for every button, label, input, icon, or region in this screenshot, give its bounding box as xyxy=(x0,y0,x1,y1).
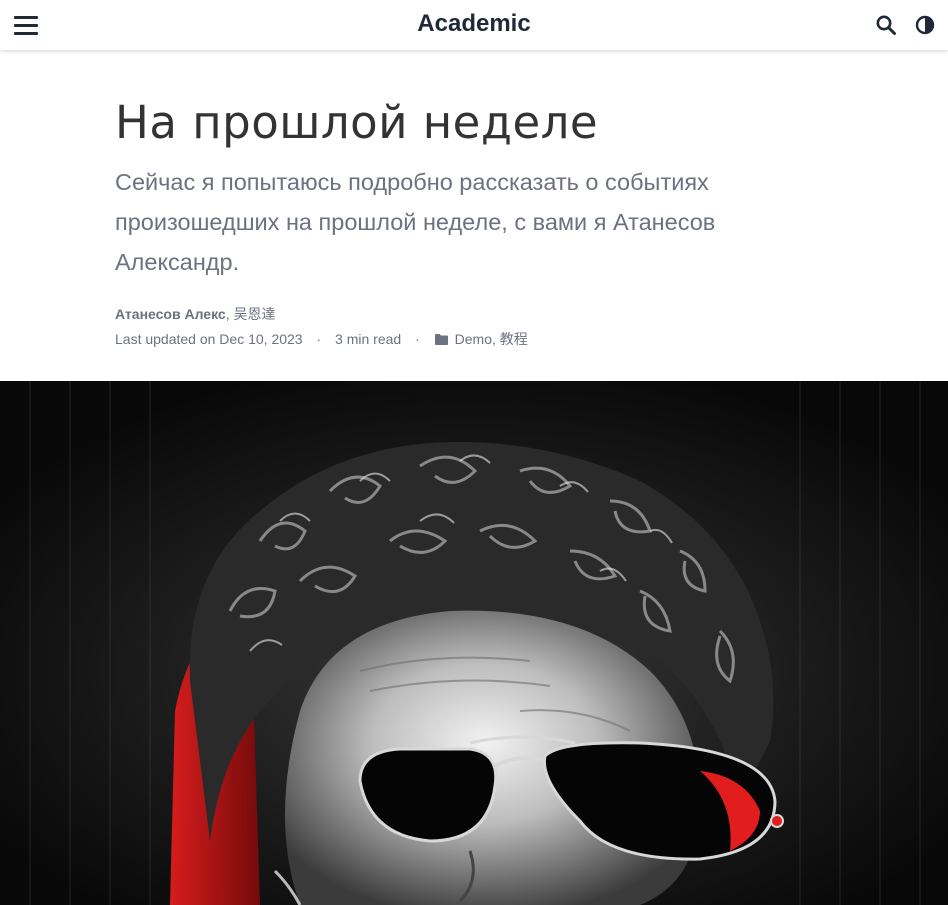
category-link[interactable]: 教程 xyxy=(500,331,528,347)
last-updated-date: Last updated on Dec 10, 2023 xyxy=(115,331,303,347)
search-icon[interactable] xyxy=(875,14,897,36)
author-link[interactable]: Атанесов Алекс xyxy=(115,306,226,322)
reading-time: 3 min read xyxy=(335,331,402,347)
article-metadata: Last updated on Dec 10, 2023 · 3 min rea… xyxy=(115,329,528,349)
featured-image xyxy=(0,381,948,905)
article-subtitle: Сейчас я попытаюсь подробно рассказать о… xyxy=(115,169,716,275)
meta-separator: · xyxy=(415,331,420,347)
author-link[interactable]: 吴恩達 xyxy=(233,306,275,322)
category-separator: , xyxy=(492,331,496,347)
brand-link[interactable]: Academic xyxy=(417,10,530,37)
category-link[interactable]: Demo xyxy=(455,331,492,347)
folder-icon xyxy=(434,333,449,349)
moon-icon[interactable] xyxy=(914,14,936,36)
site-brand: Academic xyxy=(0,10,948,38)
page-title: На прошлой неделе xyxy=(115,96,599,149)
meta-separator: · xyxy=(316,331,322,347)
author-separator: , xyxy=(225,306,230,322)
author-list: Атанесов Алекс, 吴恩達 xyxy=(115,304,275,324)
navbar: Academic xyxy=(0,0,948,50)
